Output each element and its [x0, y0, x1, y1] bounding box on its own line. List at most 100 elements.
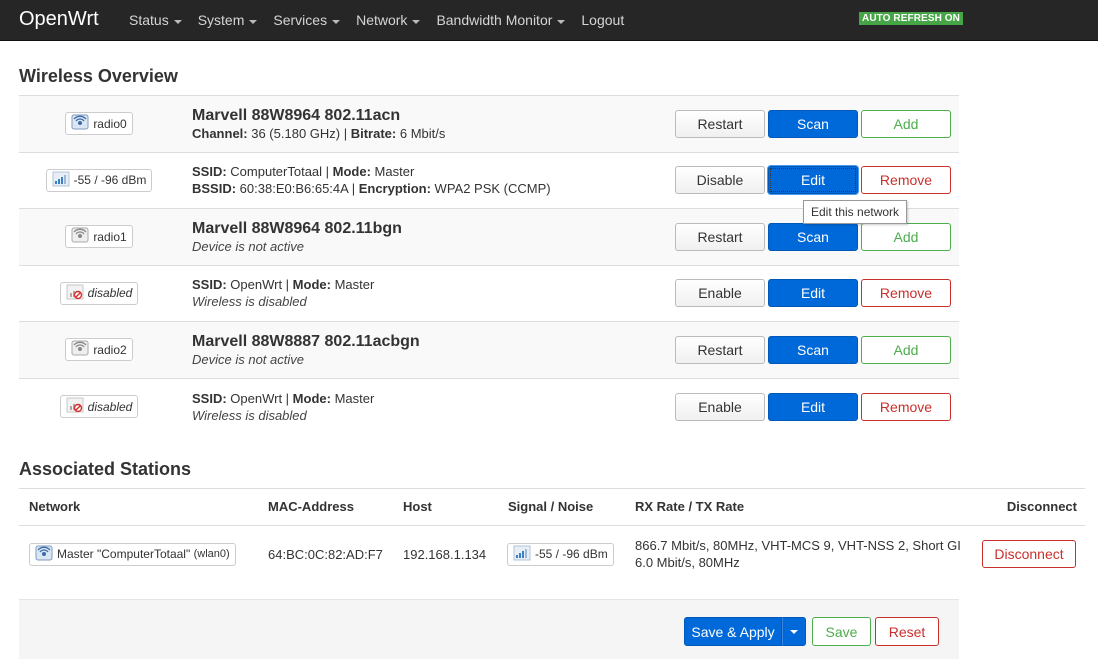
chevron-down-icon — [557, 19, 566, 24]
badge-label: radio1 — [93, 229, 127, 244]
menu-bandwidth-monitor[interactable]: Bandwidth Monitor — [428, 0, 573, 41]
edit-button[interactable]: Edit — [768, 279, 858, 308]
add-button[interactable]: Add — [861, 335, 951, 364]
col-network: Network — [29, 499, 81, 514]
device-details: Channel: 36 (5.180 GHz) | Bitrate: 6 Mbi… — [192, 125, 445, 142]
signal-disabled-icon — [66, 397, 84, 416]
mode-key: Mode: — [332, 164, 371, 180]
device-title: Marvell 88W8964 802.11acn — [192, 106, 401, 124]
save-apply-dropdown-toggle[interactable] — [782, 617, 806, 646]
device-status: Device is not active — [192, 351, 304, 367]
menu-network[interactable]: Network — [348, 0, 428, 41]
scan-button[interactable]: Scan — [768, 335, 858, 364]
signal-bars-icon — [52, 171, 70, 190]
save-apply-split-button: Save & Apply — [684, 617, 806, 646]
disconnect-button[interactable]: Disconnect — [982, 540, 1076, 568]
add-button[interactable]: Add — [861, 109, 951, 138]
ssid-line: SSID: OpenWrt | Mode: Master — [192, 276, 374, 293]
edit-button[interactable]: Edit — [768, 166, 858, 195]
bitrate-key: Bitrate: — [350, 125, 397, 141]
channel-value: 36 (5.180 GHz) | — [247, 125, 351, 141]
chevron-down-icon — [249, 19, 258, 24]
mode-value: Master — [330, 277, 375, 293]
station-disconnect-cell: Disconnect — [982, 526, 1076, 582]
network-info: SSID: OpenWrt | Mode: Master Wireless is… — [192, 379, 374, 436]
disabled-badge: disabled — [59, 395, 139, 419]
add-button[interactable]: Add — [861, 222, 951, 251]
auto-refresh-badge[interactable]: AUTO REFRESH ON — [859, 12, 963, 25]
signal-badge: -55 / -96 dBm — [45, 168, 153, 192]
menu-status[interactable]: Status — [121, 0, 190, 41]
row-actions: Enable Edit Remove — [675, 266, 954, 322]
wifi-radio-inactive-icon — [71, 340, 89, 359]
device-status: Device is not active — [192, 238, 304, 254]
mode-key: Mode: — [292, 390, 331, 406]
reset-button[interactable]: Reset — [875, 617, 939, 646]
ssid-key: SSID: — [192, 390, 227, 406]
ssid-line: SSID: ComputerTotaal | Mode: Master — [192, 163, 551, 180]
badge-cell: disabled — [19, 266, 179, 322]
signal-bars-icon — [513, 545, 531, 564]
bssid-value: 60:38:E0:B6:65:4A | — [236, 181, 359, 197]
ssid-key: SSID: — [192, 277, 227, 293]
station-mac: 64:BC:0C:82:AD:F7 — [268, 546, 383, 562]
encryption-value: WPA2 PSK (CCMP) — [430, 181, 551, 197]
restart-button[interactable]: Restart — [675, 109, 765, 138]
table-row: Master "ComputerTotaal" (wlan0) 64:BC:0C… — [19, 526, 1085, 582]
row-actions: Restart Scan Add — [675, 322, 954, 378]
device-info: Marvell 88W8887 802.11acbgn Device is no… — [192, 322, 420, 378]
signal-disabled-icon — [66, 284, 84, 303]
restart-button[interactable]: Restart — [675, 335, 765, 364]
device-info: Marvell 88W8964 802.11bgn Device is not … — [192, 209, 402, 265]
badge-label: radio0 — [93, 116, 127, 131]
enable-button[interactable]: Enable — [675, 392, 765, 421]
col-rates: RX Rate / TX Rate — [635, 499, 745, 514]
brand-logo[interactable]: OpenWrt — [19, 7, 99, 31]
encryption-key: Encryption: — [358, 181, 431, 197]
scan-button[interactable]: Scan — [768, 222, 858, 251]
chevron-down-icon — [173, 19, 182, 24]
menu-services-label: Services — [273, 12, 328, 28]
radio-badge: radio1 — [65, 225, 133, 249]
enable-button[interactable]: Enable — [675, 279, 765, 308]
channel-key: Channel: — [192, 125, 248, 141]
edit-button[interactable]: Edit — [768, 392, 858, 421]
menu-system[interactable]: System — [190, 0, 266, 41]
remove-button[interactable]: Remove — [861, 392, 951, 421]
menu-bandwidth-monitor-label: Bandwidth Monitor — [436, 12, 553, 28]
save-apply-button[interactable]: Save & Apply — [684, 617, 782, 646]
restart-button[interactable]: Restart — [675, 222, 765, 251]
remove-button[interactable]: Remove — [861, 279, 951, 308]
menu-status-label: Status — [129, 12, 169, 28]
mode-value: Master — [330, 390, 375, 406]
scan-button[interactable]: Scan — [768, 109, 858, 138]
badge-cell: radio2 — [19, 322, 179, 378]
stations-table-header: Network MAC-Address Host Signal / Noise … — [19, 488, 1085, 526]
associated-stations-title: Associated Stations — [19, 459, 192, 479]
menu-system-label: System — [197, 12, 245, 28]
ssid-line: SSID: OpenWrt | Mode: Master — [192, 390, 374, 407]
wifi-radio-active-icon — [71, 114, 89, 133]
col-mac-address: MAC-Address — [268, 499, 354, 514]
bssid-key: BSSID: — [192, 181, 237, 197]
menu-services[interactable]: Services — [265, 0, 348, 41]
badge-cell: radio1 — [19, 209, 179, 265]
disable-button[interactable]: Disable — [675, 166, 765, 195]
radio-row: radio2 Marvell 88W8887 802.11acbgn Devic… — [19, 322, 959, 379]
remove-button[interactable]: Remove — [861, 166, 951, 195]
save-button[interactable]: Save — [812, 617, 871, 646]
device-title: Marvell 88W8887 802.11acbgn — [192, 332, 420, 350]
ssid-value: OpenWrt | — [226, 277, 293, 293]
row-actions: Restart Scan Add — [675, 96, 954, 152]
menu-logout[interactable]: Logout — [573, 0, 632, 41]
network-status: Wireless is disabled — [192, 407, 307, 423]
station-network-label: Master "ComputerTotaal" — [57, 547, 191, 561]
station-iface-label: (wlan0) — [193, 548, 230, 560]
wifi-radio-active-icon — [35, 545, 53, 564]
network-info: SSID: OpenWrt | Mode: Master Wireless is… — [192, 266, 374, 322]
station-signal-label: -55 / -96 dBm — [535, 547, 608, 561]
chevron-down-icon — [332, 19, 341, 24]
col-signal-noise: Signal / Noise — [508, 499, 594, 514]
station-rx-rate: 866.7 Mbit/s, 80MHz, VHT-MCS 9, VHT-NSS … — [635, 538, 961, 553]
ssid-value: OpenWrt | — [226, 390, 293, 406]
